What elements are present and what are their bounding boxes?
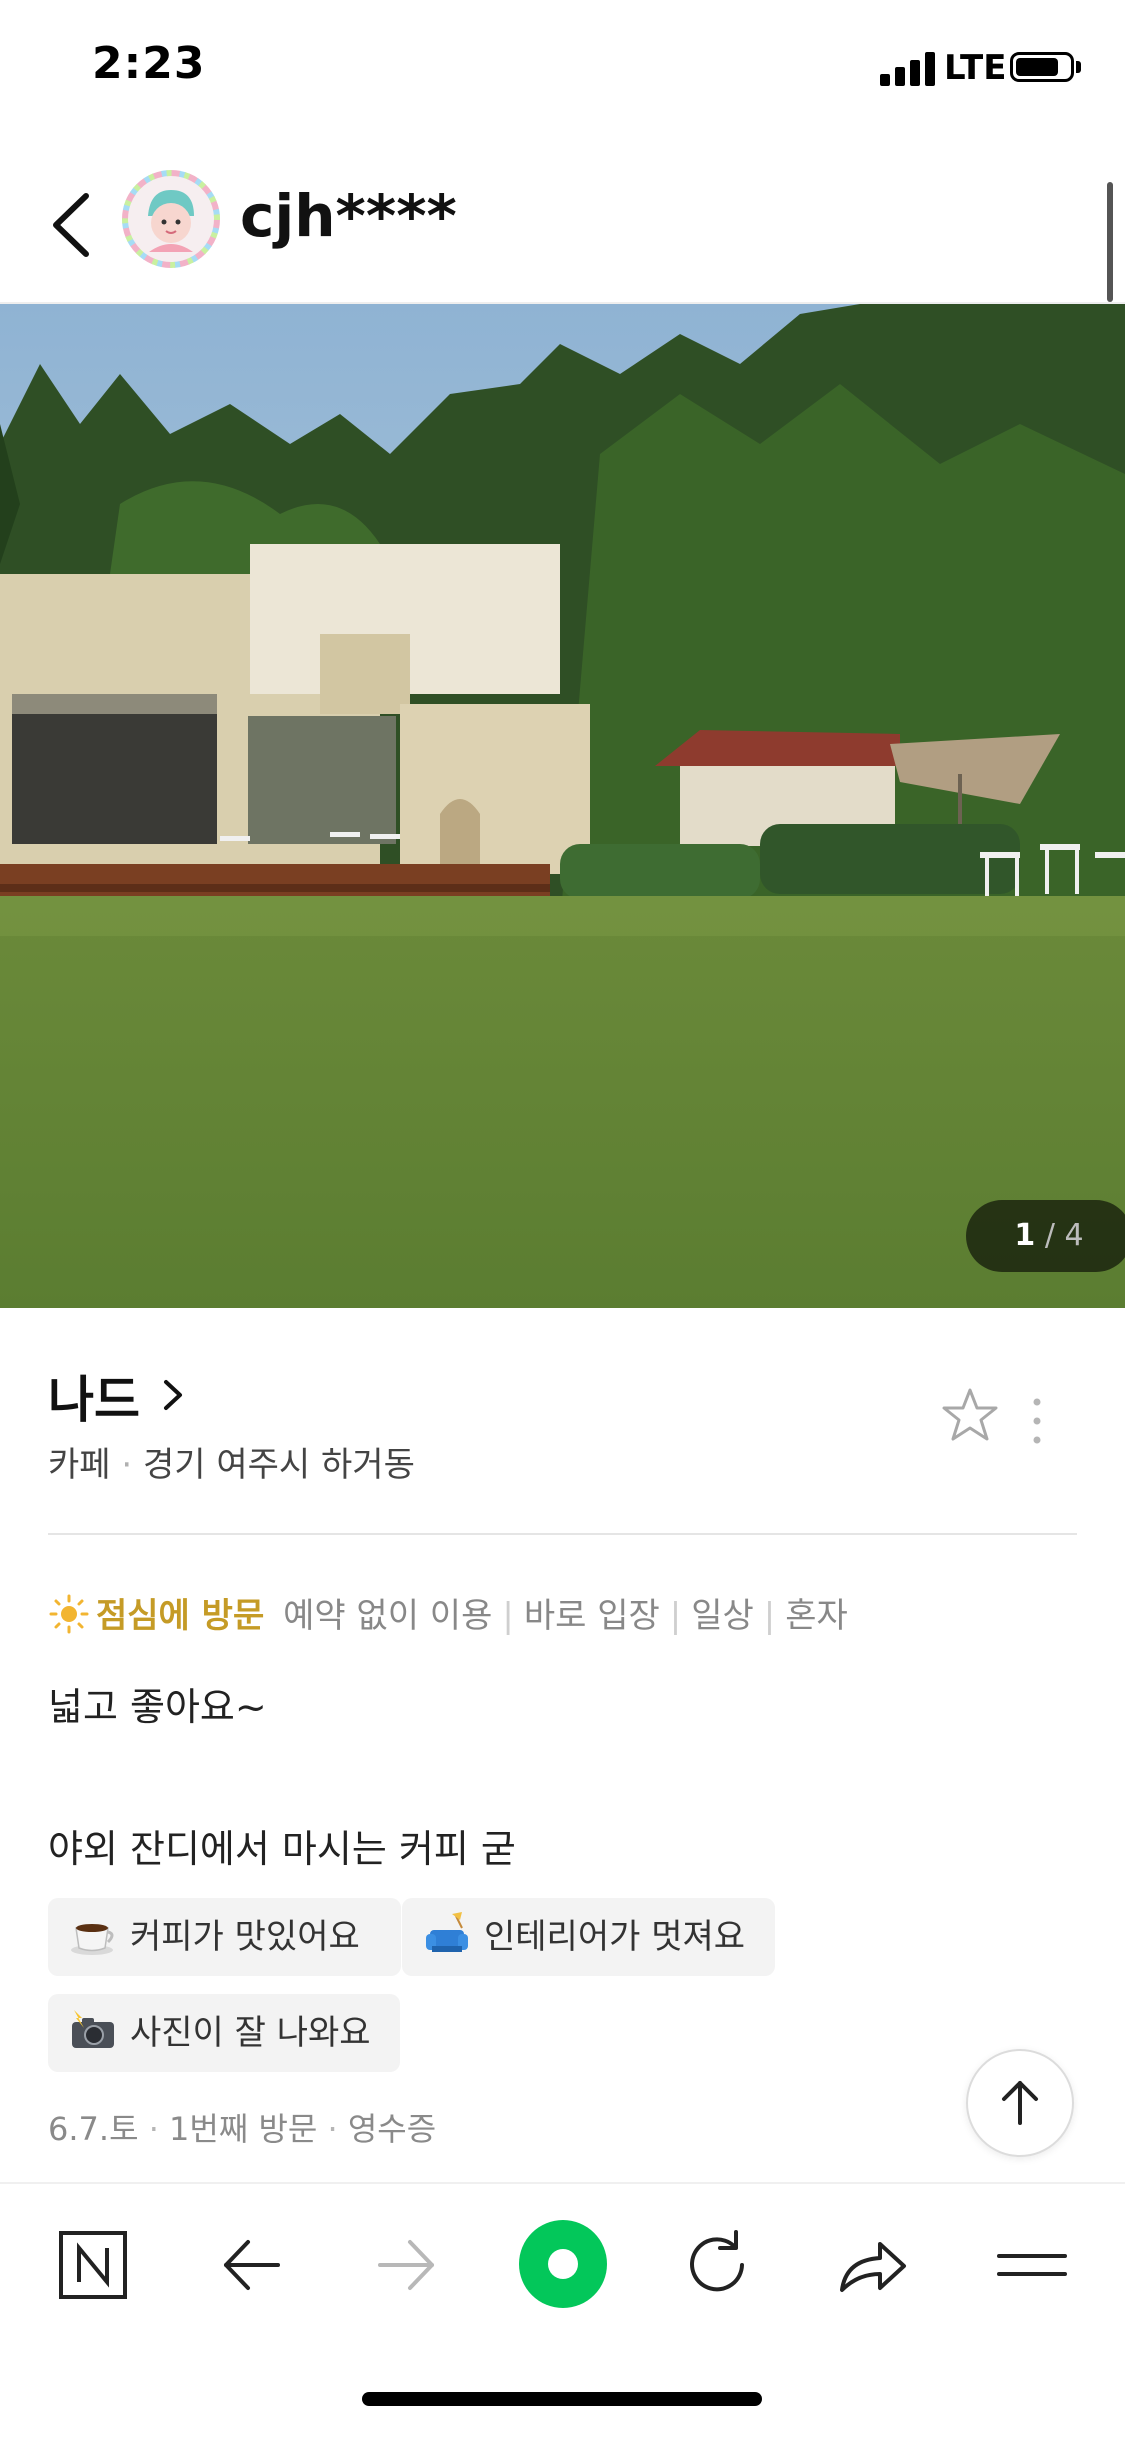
photo-index: 1 (1014, 1218, 1036, 1253)
avatar[interactable] (118, 166, 224, 272)
keyword: 바로 입장 (523, 1596, 660, 1636)
tag-label: 인테리어가 멋져요 (484, 1917, 746, 1957)
green-dot-icon[interactable] (517, 2218, 609, 2310)
photo-separator: / (1044, 1218, 1055, 1253)
scroll-to-top-button[interactable] (966, 2049, 1074, 2157)
scroll-indicator (1107, 182, 1113, 302)
home-indicator (362, 2392, 762, 2406)
separator-dot: · (148, 2110, 159, 2148)
review-text-line: 넓고 좋아요~ (48, 1685, 267, 1729)
visit-info: 6.7.토 · 1번째 방문 · 영수증 (48, 2104, 436, 2150)
divider (48, 1533, 1077, 1535)
keyword: 일상 (691, 1596, 754, 1636)
visit-proof: 영수증 (347, 2110, 437, 2148)
review-text-line: 야외 잔디에서 마시는 커피 굳 (48, 1827, 516, 1871)
battery-icon (1010, 52, 1074, 82)
review-tag: 커피가 맛있어요 (48, 1898, 401, 1976)
review-meta: 점심에 방문 예약 없이 이용 | 바로 입장 | 일상 | 혼자 (48, 1588, 848, 1637)
arrow-right-icon[interactable] (362, 2220, 452, 2310)
username[interactable]: cjh**** (240, 182, 457, 250)
sun-icon (49, 1594, 89, 1634)
status-time: 2:23 (92, 38, 206, 89)
separator-dot: · (121, 1445, 133, 1485)
keyword-separator: | (763, 1596, 776, 1636)
visit-date: 6.7.토 (48, 2110, 139, 2148)
naver-n-icon[interactable] (48, 2220, 138, 2310)
star-icon[interactable] (940, 1386, 1000, 1446)
photo-total: 4 (1064, 1218, 1084, 1253)
place-location: 경기 여주시 하거동 (143, 1445, 415, 1485)
chevron-right-icon[interactable] (158, 1370, 188, 1420)
keyword: 예약 없이 이용 (283, 1596, 493, 1636)
menu-icon[interactable] (987, 2220, 1077, 2310)
keyword: 혼자 (785, 1596, 848, 1636)
profile-header: cjh**** (0, 150, 1125, 304)
keyword-separator: | (502, 1596, 514, 1636)
review-photo[interactable] (0, 304, 1125, 1308)
back-chevron-icon[interactable] (44, 180, 104, 270)
photo-counter: 1 / 4 (966, 1200, 1125, 1272)
arrow-up-icon (1002, 2081, 1038, 2125)
separator-dot: · (327, 2110, 338, 2148)
camera-flash-icon (72, 2010, 114, 2048)
visit-count: 1번째 방문 (169, 2110, 318, 2148)
keyword-separator: | (669, 1596, 682, 1636)
signal-icon (880, 52, 940, 86)
coffee-icon (71, 1924, 114, 1955)
sofa-icon (426, 1912, 468, 1952)
place-category: 카페 (48, 1445, 111, 1485)
tag-label: 사진이 잘 나와요 (130, 2013, 371, 2053)
review-tag: 사진이 잘 나와요 (48, 1994, 400, 2072)
tag-label: 커피가 맛있어요 (130, 1917, 360, 1957)
place-name[interactable]: 나드 (48, 1360, 140, 1432)
arrow-left-icon[interactable] (206, 2220, 296, 2310)
share-icon[interactable] (828, 2220, 918, 2310)
network-label: LTE (944, 48, 1007, 88)
review-tag: 인테리어가 멋져요 (402, 1898, 775, 1976)
refresh-icon[interactable] (672, 2220, 762, 2310)
more-options-icon[interactable] (1030, 1396, 1044, 1446)
visit-time: 점심에 방문 (96, 1596, 265, 1636)
place-subtitle: 카페 · 경기 여주시 하거동 (48, 1437, 415, 1486)
battery-tip (1076, 61, 1081, 73)
